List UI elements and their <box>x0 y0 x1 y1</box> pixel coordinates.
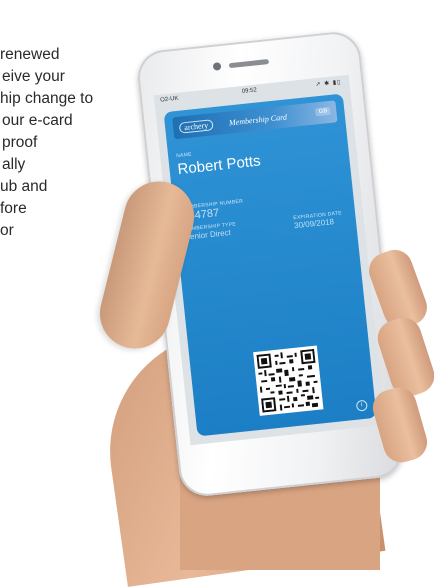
paragraph-line: fore <box>0 200 27 217</box>
background-paragraph: renewed eive your hip change to our e-ca… <box>0 44 140 242</box>
info-icon[interactable]: i <box>355 399 368 412</box>
card-tag: GB <box>315 106 331 117</box>
archery-logo: archery <box>178 119 214 134</box>
clock: 09:52 <box>241 87 258 95</box>
camera-icon <box>212 62 222 71</box>
card-title: Membership Card <box>228 112 288 128</box>
paragraph-line: eive your <box>2 68 65 85</box>
paragraph-line: ally <box>2 156 26 173</box>
paragraph-line: hip change to <box>0 90 94 107</box>
name-label: NAME <box>175 151 193 160</box>
qr-code <box>253 345 324 416</box>
membership-card[interactable]: archery Membership Card GB NAME Robert P… <box>163 93 377 437</box>
paragraph-line: ub and <box>0 178 48 195</box>
qr-code-graphic <box>256 348 321 413</box>
card-header: archery Membership Card GB <box>172 100 338 140</box>
paragraph-line: our e-card <box>2 112 73 129</box>
carrier-label: O2-UK <box>160 95 179 104</box>
paragraph-line: renewed <box>0 46 60 63</box>
phone-screen: O2-UK 09:52 ↗ ✱ ▮▯ archery Membership Ca… <box>153 74 386 446</box>
speaker-grille <box>228 59 270 69</box>
status-icons: ↗ ✱ ▮▯ <box>315 79 342 89</box>
paragraph-line: proof <box>2 134 38 151</box>
